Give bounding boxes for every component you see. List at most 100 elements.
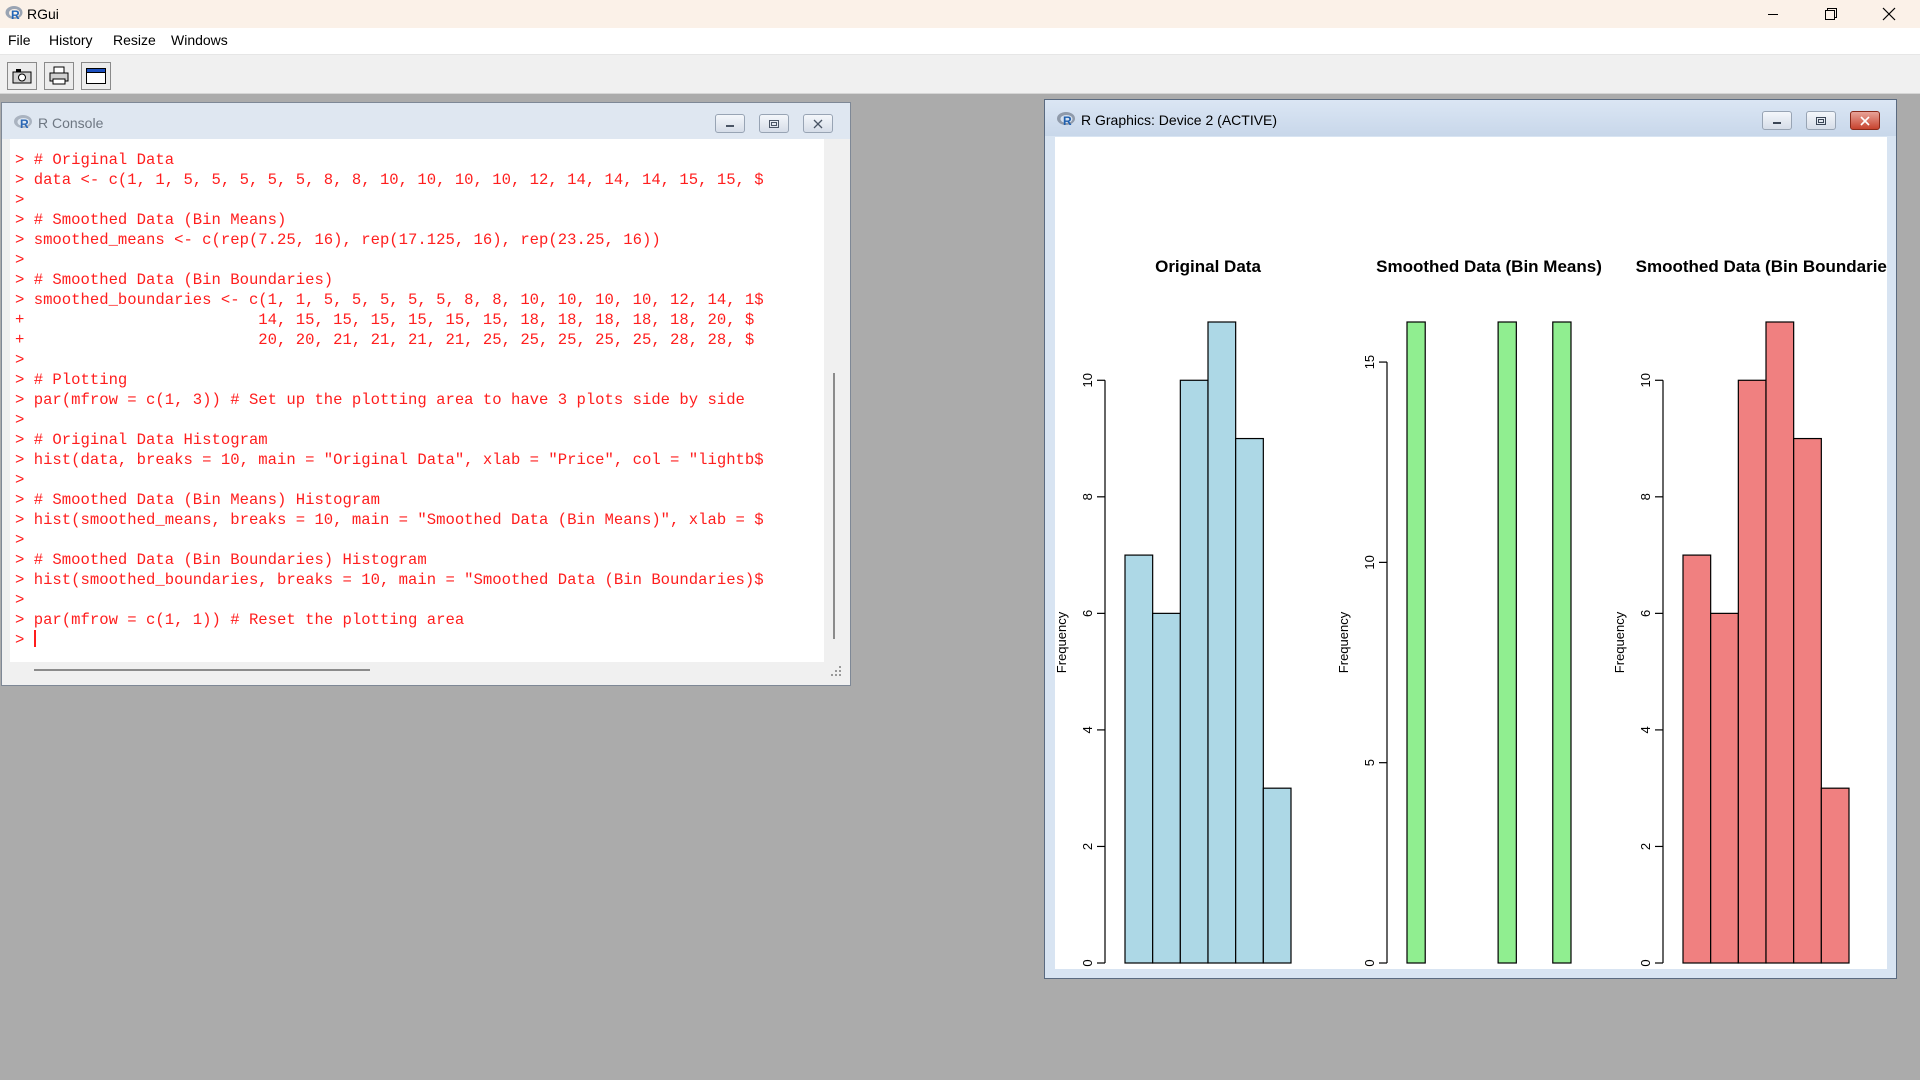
r-logo-icon: R [1056, 111, 1076, 132]
minimize-icon [726, 124, 734, 127]
histogram-bar [1152, 612, 1181, 964]
y-tick-label: 6 [1638, 610, 1653, 617]
console-restore-button[interactable] [759, 114, 789, 133]
copy-icon [12, 69, 32, 84]
console-prompt-line[interactable]: > [15, 630, 764, 650]
vertical-scrollbar-thumb[interactable] [833, 373, 835, 639]
chart-title: Smoothed Data (Bin Boundaries [1636, 257, 1887, 276]
app-titlebar: R RGui [0, 0, 1920, 28]
console-line: > [15, 411, 25, 429]
minimize-icon [1768, 14, 1778, 15]
histogram-bar [1124, 554, 1154, 964]
y-tick-label: 6 [1080, 610, 1095, 617]
console-line: > par(mfrow = c(1, 3)) # Set up the plot… [15, 391, 745, 409]
histogram-bar [1737, 379, 1767, 964]
r-logo-icon: R [13, 114, 33, 135]
y-tick-label: 5 [1362, 759, 1377, 766]
histogram-bar [1235, 437, 1264, 964]
menu-windows[interactable]: Windows [171, 32, 228, 48]
console-line: > hist(smoothed_means, breaks = 10, main… [15, 511, 764, 529]
y-axis-label: Frequency [1612, 611, 1627, 673]
console-line: > data <- c(1, 1, 5, 5, 5, 5, 5, 8, 8, 1… [15, 171, 764, 189]
histogram-bar [1710, 612, 1739, 964]
graphics-window[interactable]: R R Graphics: Device 2 (ACTIVE) Original… [1044, 99, 1897, 979]
window-icon [86, 68, 106, 84]
histogram-bar [1820, 787, 1850, 964]
minimize-button[interactable] [1744, 0, 1802, 28]
restore-icon [1825, 8, 1837, 20]
graphics-minimize-button[interactable] [1762, 111, 1792, 130]
console-line: > hist(data, breaks = 10, main = "Origin… [15, 451, 764, 469]
app-title: RGui [27, 6, 59, 22]
histogram-bar [1682, 554, 1712, 964]
menu-history[interactable]: History [49, 32, 93, 48]
y-tick-label: 0 [1362, 959, 1377, 966]
console-close-button[interactable] [803, 114, 833, 133]
histogram-bar [1552, 321, 1572, 964]
console-prompt: > [15, 631, 34, 649]
menu-file[interactable]: File [8, 32, 31, 48]
y-tick-label: 8 [1080, 493, 1095, 500]
console-line: > hist(smoothed_boundaries, breaks = 10,… [15, 571, 764, 589]
histogram-bar [1179, 379, 1209, 964]
console-titlebar[interactable]: R R Console [2, 103, 850, 139]
console-line: > smoothed_boundaries <- c(1, 1, 5, 5, 5… [15, 291, 764, 309]
print-icon [49, 66, 69, 85]
horizontal-scrollbar[interactable] [10, 662, 824, 682]
vertical-scrollbar[interactable] [824, 139, 844, 662]
histogram-bar [1262, 787, 1292, 964]
console-line: > # Smoothed Data (Bin Boundaries) Histo… [15, 551, 427, 569]
y-axis-label: Frequency [1055, 611, 1069, 673]
console-line: > [15, 531, 25, 549]
svg-text:R: R [11, 8, 20, 21]
console-line: + 20, 20, 21, 21, 21, 21, 25, 25, 25, 25… [15, 331, 755, 349]
console-line: > # Original Data Histogram [15, 431, 268, 449]
y-tick-label: 2 [1638, 843, 1653, 850]
svg-text:R: R [20, 117, 29, 130]
console-line: > [15, 351, 25, 369]
copy-button[interactable] [7, 62, 37, 90]
console-line: > par(mfrow = c(1, 1)) # Reset the plott… [15, 611, 465, 629]
console-line: > [15, 251, 25, 269]
graphics-restore-button[interactable] [1806, 111, 1836, 130]
console-line: > [15, 591, 25, 609]
console-line: > smoothed_means <- c(rep(7.25, 16), rep… [15, 231, 661, 249]
console-line: > # Plotting [15, 371, 128, 389]
console-window[interactable]: R R Console > # Original Data > data <- c… [1, 102, 851, 686]
horizontal-scrollbar-thumb[interactable] [34, 669, 370, 671]
console-line: > [15, 191, 25, 209]
close-icon [1860, 115, 1870, 126]
restore-button[interactable] [1802, 0, 1860, 28]
histogram-bar [1497, 321, 1517, 964]
chart-title: Smoothed Data (Bin Means) [1376, 257, 1602, 276]
y-tick-label: 15 [1362, 355, 1377, 369]
resize-grip-icon[interactable] [830, 665, 842, 677]
y-tick-label: 4 [1638, 726, 1653, 733]
console-line: > # Original Data [15, 151, 175, 169]
y-tick-label: 2 [1080, 843, 1095, 850]
graphics-close-button[interactable] [1850, 111, 1880, 130]
histogram-bar [1207, 321, 1237, 964]
console-line: > # Smoothed Data (Bin Means) [15, 211, 287, 229]
console-minimize-button[interactable] [715, 114, 745, 133]
minimize-icon [1773, 121, 1781, 124]
menu-resize[interactable]: Resize [113, 32, 156, 48]
histogram-bar [1406, 321, 1426, 964]
print-button[interactable] [44, 62, 74, 90]
y-tick-label: 10 [1362, 555, 1377, 569]
y-tick-label: 0 [1080, 959, 1095, 966]
restore-icon [769, 119, 779, 128]
graphics-titlebar[interactable]: R R Graphics: Device 2 (ACTIVE) [1045, 100, 1896, 136]
menu-bar: File History Resize Windows [0, 28, 1920, 54]
console-button[interactable] [81, 62, 111, 90]
y-tick-label: 10 [1638, 373, 1653, 387]
close-button[interactable] [1860, 0, 1918, 28]
console-line: > # Smoothed Data (Bin Boundaries) [15, 271, 334, 289]
histogram-plots: Original Data0246810Frequency05101520253… [1055, 257, 1887, 967]
y-tick-label: 8 [1638, 493, 1653, 500]
y-tick-label: 0 [1638, 959, 1653, 966]
console-output[interactable]: > # Original Data > data <- c(1, 1, 5, 5,… [10, 139, 824, 662]
close-icon [813, 119, 823, 128]
histogram-bar [1793, 437, 1822, 964]
r-logo-icon: R [5, 5, 23, 26]
